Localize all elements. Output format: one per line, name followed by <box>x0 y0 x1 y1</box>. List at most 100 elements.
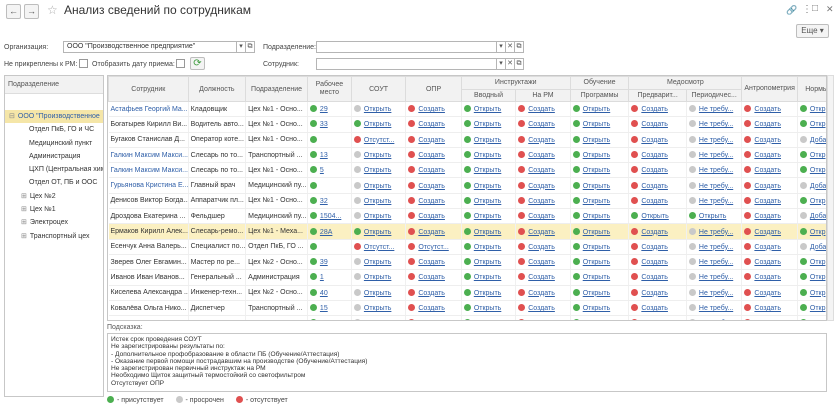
status-link[interactable]: Доба <box>810 183 826 190</box>
link-icon[interactable]: 🔗 <box>786 5 797 16</box>
status-link[interactable]: Откр <box>810 259 826 266</box>
status-cell[interactable]: Создать <box>515 147 571 164</box>
status-cell[interactable]: Создать <box>405 254 462 271</box>
employee-cell[interactable]: Денисов Виктор Богда... <box>108 193 189 210</box>
position-cell[interactable]: Слесарь по то... <box>188 162 247 179</box>
status-link[interactable]: Открыть <box>583 106 611 113</box>
status-link[interactable]: Создать <box>418 290 445 297</box>
status-cell[interactable]: Не требу... <box>686 162 743 179</box>
status-cell[interactable] <box>307 177 352 194</box>
status-link[interactable]: Создать <box>418 152 445 159</box>
status-link[interactable]: Создать <box>641 183 668 190</box>
status-link[interactable]: Создать <box>418 305 445 312</box>
department-cell[interactable]: Отдел ПкБ, ГО ... <box>245 239 308 255</box>
tree-item[interactable]: ЦХП (Центральная хим <box>5 163 103 176</box>
status-link[interactable]: Создать <box>754 290 781 297</box>
status-link[interactable]: Создать <box>528 167 555 174</box>
status-cell[interactable]: Открыть <box>461 177 517 194</box>
status-link[interactable]: Отсутст... <box>418 244 448 251</box>
table-row[interactable]: Галкин Максим Макси... Слесарь по то... Тр… <box>108 147 826 164</box>
status-cell[interactable]: Открыть <box>351 177 407 194</box>
status-cell[interactable]: Создать <box>515 132 571 148</box>
status-link[interactable]: Создать <box>641 137 668 144</box>
status-cell[interactable]: Открыть <box>461 162 517 179</box>
status-cell[interactable]: Открыть <box>461 223 517 240</box>
status-cell[interactable]: Создать <box>405 101 462 118</box>
status-link[interactable]: Открыть <box>364 259 392 266</box>
col-sout[interactable]: СОУТ <box>350 76 407 102</box>
position-cell[interactable]: Аппаратчик пл... <box>188 193 247 210</box>
status-cell[interactable]: Открыть <box>351 101 407 118</box>
expand-toggle-icon[interactable]: ⊞ <box>21 193 27 200</box>
department-open-icon[interactable]: ⧉ <box>515 41 524 53</box>
status-link[interactable]: Открыть <box>583 320 611 321</box>
status-link[interactable]: Открыть <box>583 274 611 281</box>
status-link[interactable]: Создать <box>528 213 555 220</box>
status-link[interactable]: Открыть <box>364 290 392 297</box>
status-cell[interactable]: Открыть <box>351 116 407 133</box>
department-cell[interactable]: Медицинский пу... <box>245 177 308 194</box>
status-cell[interactable]: 39 <box>307 254 352 271</box>
department-cell[interactable]: Транспортный ... <box>245 300 308 317</box>
status-link[interactable]: Создать <box>528 320 555 321</box>
status-cell[interactable]: Создать <box>741 223 798 240</box>
status-link[interactable]: Создать <box>641 198 668 205</box>
table-row[interactable]: Бугаков Станислав Д... Оператор коте... Це… <box>108 132 826 148</box>
status-link[interactable]: Открыть <box>583 244 611 251</box>
status-cell[interactable]: Создать <box>405 177 462 194</box>
status-cell[interactable]: Открыть <box>351 193 407 210</box>
status-link[interactable]: Создать <box>754 213 781 220</box>
table-row[interactable]: Есенчук Анна Валерь... Специалист по... От… <box>108 239 826 255</box>
status-cell[interactable]: Открыть <box>461 254 517 271</box>
status-link[interactable]: Создать <box>528 121 555 128</box>
status-link[interactable]: Открыть <box>474 320 502 321</box>
status-cell[interactable]: Создать <box>628 147 687 164</box>
status-link[interactable]: Создать <box>754 229 781 236</box>
status-link[interactable]: 29 <box>320 106 328 113</box>
department-cell[interactable]: Цех №1 - Осно... <box>245 315 308 320</box>
employee-cell[interactable]: Дроздова Екатерина ... <box>108 208 189 225</box>
status-link[interactable]: Создать <box>528 152 555 159</box>
status-cell[interactable]: 28А <box>307 223 352 240</box>
status-cell[interactable]: Создать <box>628 101 687 118</box>
position-cell[interactable]: Слесарь-ремо... <box>188 223 247 240</box>
status-link[interactable]: Создать <box>418 259 445 266</box>
show-date-checkbox[interactable] <box>176 59 185 68</box>
status-link[interactable]: Не требу... <box>699 106 733 113</box>
status-link[interactable]: Открыть <box>364 152 392 159</box>
status-link[interactable]: Создать <box>754 152 781 159</box>
expand-toggle-icon[interactable]: ⊟ <box>9 113 15 120</box>
status-cell[interactable]: Создать <box>515 254 571 271</box>
status-link[interactable]: Не требу... <box>699 152 733 159</box>
status-cell[interactable]: Не требу... <box>686 101 743 118</box>
status-link[interactable]: Открыть <box>583 121 611 128</box>
status-link[interactable]: Открыть <box>364 229 392 236</box>
table-row[interactable]: Зверев Олег Евгамин... Мастер по ре... Цех… <box>108 254 826 271</box>
status-cell[interactable]: Создать <box>515 285 571 301</box>
status-link[interactable]: Создать <box>754 274 781 281</box>
status-cell[interactable]: Создать <box>628 285 687 301</box>
status-cell[interactable]: Создать <box>405 269 462 286</box>
status-link[interactable]: Открыть <box>583 137 611 144</box>
status-link[interactable]: Не требу... <box>699 229 733 236</box>
status-link[interactable]: Создать <box>641 106 668 113</box>
status-cell[interactable]: Создать <box>515 116 571 133</box>
back-button[interactable]: ← <box>6 4 21 19</box>
position-cell[interactable]: Слесарь по то... <box>188 147 247 164</box>
status-cell[interactable]: Открыть <box>351 254 407 271</box>
table-row[interactable]: Ермаков Кирилл Алек... Слесарь-ремо... Цех… <box>108 223 826 240</box>
table-row[interactable]: Денисов Виктор Богда... Аппаратчик пл... Ц… <box>108 193 826 210</box>
status-cell[interactable]: Не требу... <box>686 193 743 210</box>
status-cell[interactable]: Создать <box>741 300 798 317</box>
status-link[interactable]: Создать <box>754 137 781 144</box>
position-cell[interactable]: Генеральный ... <box>188 269 247 286</box>
status-link[interactable]: Открыть <box>474 106 502 113</box>
tree-item[interactable]: ⊞ Цех №2 <box>5 190 103 203</box>
col-anthropometry[interactable]: Антропометрия <box>741 76 798 102</box>
status-link[interactable]: Создать <box>641 152 668 159</box>
status-cell[interactable]: Создать <box>405 162 462 179</box>
status-cell[interactable]: Создать <box>405 193 462 210</box>
status-cell[interactable]: Доба <box>797 132 826 148</box>
col-workplace[interactable]: Рабочее место <box>306 76 352 102</box>
status-link[interactable]: Создать <box>641 274 668 281</box>
